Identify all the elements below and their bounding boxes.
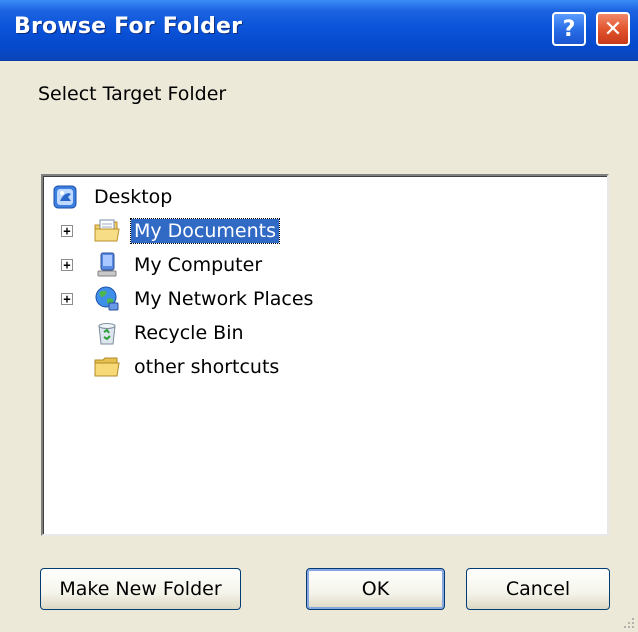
desktop-icon xyxy=(53,185,77,209)
close-button[interactable]: ✕ xyxy=(596,12,630,46)
make-new-folder-button[interactable]: Make New Folder xyxy=(40,568,241,610)
recycle-bin-icon xyxy=(98,323,116,345)
title-bar[interactable]: Browse For Folder ? ✕ xyxy=(0,0,638,61)
tree-item-other-shortcuts[interactable]: other shortcuts xyxy=(49,352,589,382)
tree-item-label: My Documents xyxy=(129,218,281,244)
tree-item-my-documents[interactable]: + My Documents xyxy=(49,216,589,246)
folder-icon xyxy=(94,357,120,377)
help-icon: ? xyxy=(562,16,576,42)
folder-tree[interactable]: Desktop + My Documents + My Computer + M… xyxy=(41,174,609,536)
tree-item-label: Desktop xyxy=(94,186,173,208)
tree-item-label: Recycle Bin xyxy=(134,322,244,344)
network-places-icon xyxy=(95,286,119,311)
resize-grip-icon[interactable] xyxy=(622,616,636,630)
expand-toggle[interactable]: + xyxy=(61,293,73,305)
my-computer-icon xyxy=(97,252,117,277)
browse-folder-dialog: Browse For Folder ? ✕ Select Target Fold… xyxy=(0,0,638,632)
instruction-text: Select Target Folder xyxy=(38,83,227,105)
tree-item-label: other shortcuts xyxy=(134,356,280,378)
my-documents-icon xyxy=(94,219,120,242)
tree-item-desktop[interactable]: Desktop xyxy=(49,182,589,212)
expand-toggle[interactable]: + xyxy=(61,225,73,237)
tree-item-recycle-bin[interactable]: Recycle Bin xyxy=(49,318,589,348)
tree-item-label: My Network Places xyxy=(134,288,314,310)
cancel-button[interactable]: Cancel xyxy=(466,568,610,610)
tree-item-label: My Computer xyxy=(134,254,263,276)
tree-item-my-network-places[interactable]: + My Network Places xyxy=(49,284,589,314)
tree-item-my-computer[interactable]: + My Computer xyxy=(49,250,589,280)
window-title: Browse For Folder xyxy=(14,14,243,39)
close-icon: ✕ xyxy=(603,16,623,42)
help-button[interactable]: ? xyxy=(552,12,586,46)
expand-toggle[interactable]: + xyxy=(61,259,73,271)
ok-button[interactable]: OK xyxy=(306,568,445,610)
